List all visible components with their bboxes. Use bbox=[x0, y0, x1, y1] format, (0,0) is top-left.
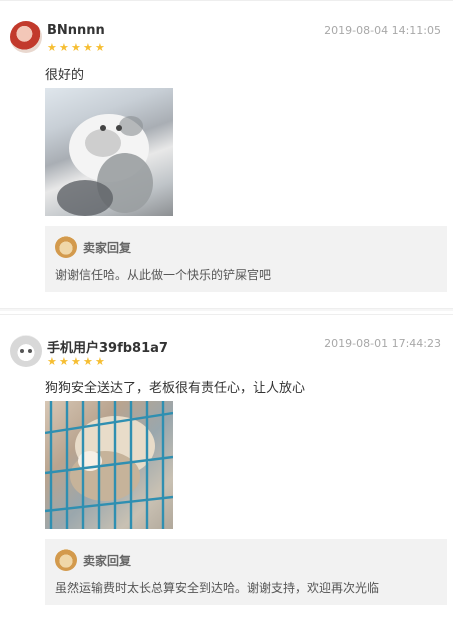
seller-reply: 卖家回复 虽然运输费时太长总算安全到达哈。谢谢支持，欢迎再次光临 bbox=[45, 539, 447, 605]
user-avatar[interactable] bbox=[10, 335, 42, 367]
review-item: 手机用户39fb81a7 2019-08-01 17:44:23 ★ ★ ★ ★… bbox=[0, 0, 453, 605]
dog-in-cage-photo-icon bbox=[45, 401, 173, 529]
star-icon: ★ bbox=[59, 355, 69, 368]
star-icon: ★ bbox=[71, 355, 81, 368]
seller-reply-text: 虽然运输费时太长总算安全到达哈。谢谢支持，欢迎再次光临 bbox=[55, 581, 380, 595]
rating-stars: ★ ★ ★ ★ ★ bbox=[47, 356, 106, 367]
review-list: BNnnnn 2019-08-04 14:11:05 ★ ★ ★ ★ ★ 很好的… bbox=[0, 0, 453, 605]
star-icon: ★ bbox=[47, 355, 57, 368]
review-time: 2019-08-01 17:44:23 bbox=[324, 337, 441, 350]
star-icon: ★ bbox=[95, 355, 105, 368]
review-photo[interactable] bbox=[45, 401, 173, 529]
star-icon: ★ bbox=[83, 355, 93, 368]
review-text: 狗狗安全送达了，老板很有责任心，让人放心 bbox=[45, 381, 306, 396]
seller-reply-title: 卖家回复 bbox=[83, 554, 132, 568]
seller-avatar bbox=[55, 549, 77, 571]
review-username: 手机用户39fb81a7 bbox=[47, 341, 168, 356]
